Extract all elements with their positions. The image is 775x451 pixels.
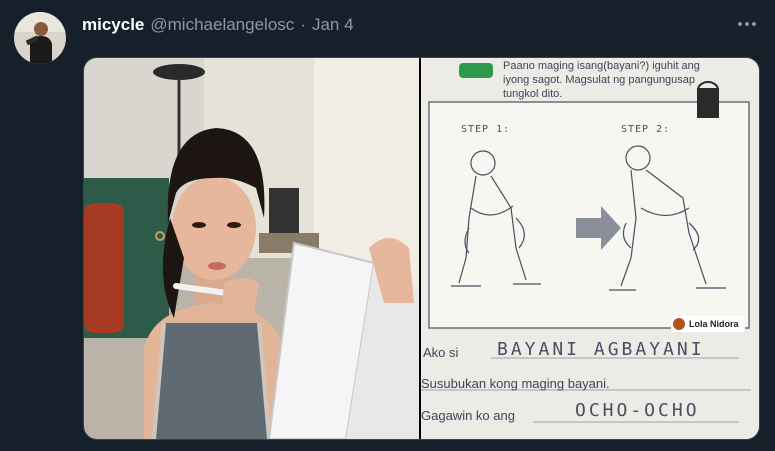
step-1-label: STEP 1:: [461, 124, 511, 135]
worksheet-instruction-3: tungkol dito.: [503, 88, 563, 100]
tweet-media[interactable]: Paano maging isang(bayani?) iguhit ang i…: [83, 57, 760, 440]
watermark-face-icon: [673, 318, 685, 330]
sentence-3-answer: OCHO-OCHO: [575, 400, 700, 421]
worksheet-instruction-1: Paano maging isang(bayani?) iguhit ang: [503, 60, 700, 72]
avatar[interactable]: [14, 12, 66, 64]
sentence-1-answer: BAYANI AGBAYANI: [497, 339, 705, 360]
separator-dot: ·: [300, 15, 306, 34]
photo-icon: [84, 58, 419, 439]
watermark-text: Lola Nidora: [689, 319, 739, 329]
step-2-label: STEP 2:: [621, 124, 671, 135]
watermark-badge: Lola Nidora: [671, 316, 745, 332]
sentence-3-label: Gagawin ko ang: [421, 408, 515, 423]
user-handle[interactable]: @michaelangelosc: [150, 15, 294, 35]
sentence-2: Susubukan kong maging bayani.: [421, 376, 610, 391]
display-name[interactable]: micycle: [82, 15, 144, 35]
more-options-icon[interactable]: [735, 14, 759, 34]
tweet-header: micycle @michaelangelosc · Jan 4: [82, 13, 354, 37]
avatar-image: [14, 12, 66, 64]
tweet-date[interactable]: Jan 4: [312, 15, 354, 35]
sentence-1-label: Ako si: [423, 345, 459, 360]
left-photo[interactable]: [84, 58, 419, 439]
worksheet-instruction-2: iyong sagot. Magsulat ng pangungusap: [503, 74, 696, 86]
worksheet-photo[interactable]: Paano maging isang(bayani?) iguhit ang i…: [421, 58, 759, 439]
